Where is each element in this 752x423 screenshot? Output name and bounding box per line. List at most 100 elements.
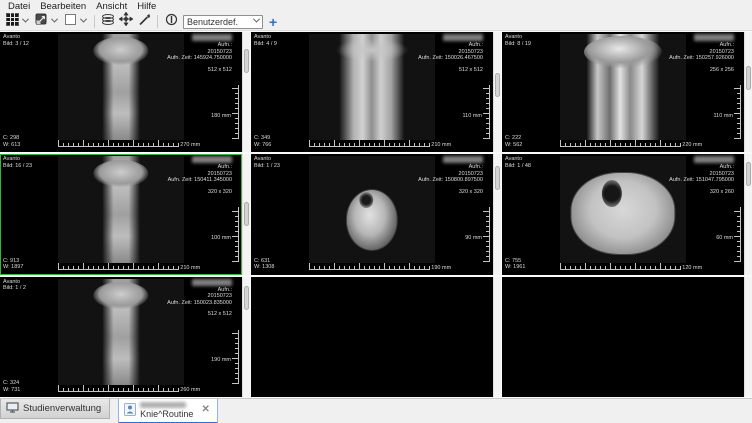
layout-dropdown-chevron-icon[interactable]: [22, 16, 29, 23]
image-counter: Bild: 1 / 2: [3, 285, 26, 292]
viewport-topleft-overlay: Avanto Bild: 4 / 9: [254, 34, 277, 47]
matrix-size: 512 x 512: [418, 67, 483, 74]
frame-button[interactable]: [62, 14, 78, 30]
slice-scrollbar-thumb[interactable]: [746, 162, 751, 186]
vertical-ruler-label: 180 mm: [211, 113, 231, 119]
acquisition-time: Aufn. Zeit: 150257.926000: [669, 55, 734, 62]
matrix-size: 320 x 320: [168, 189, 232, 196]
viewport-cell: Avanto Bild: 16 / 23 Aufn.: 20150723 Auf…: [0, 154, 250, 274]
mri-image: [58, 34, 184, 140]
mri-viewport[interactable]: [251, 277, 493, 397]
slice-stack-icon: [101, 13, 115, 31]
slice-scrollbar[interactable]: [493, 32, 501, 152]
menu-ansicht[interactable]: Ansicht: [91, 1, 132, 12]
probe-pen-button[interactable]: [136, 14, 152, 30]
center-value: C: 298: [3, 135, 20, 142]
contrast-circle-icon: [165, 13, 178, 31]
slice-scrollbar[interactable]: [744, 277, 752, 397]
patient-name-redacted: [192, 34, 232, 41]
width-value: W: 1961: [505, 264, 525, 271]
width-value: W: 562: [505, 142, 522, 149]
add-preset-button[interactable]: +: [267, 15, 279, 29]
slice-scrollbar-thumb[interactable]: [495, 166, 500, 190]
image-counter: Bild: 8 / 19: [505, 41, 531, 48]
slice-scrollbar[interactable]: [242, 32, 250, 152]
app-window: Datei Bearbeiten Ansicht Hilfe: [0, 0, 752, 423]
viewport-topright-overlay: Aufn.: 20150723 Aufn. Zeit: 151047.79500…: [669, 156, 734, 195]
image-fit-button[interactable]: [33, 14, 49, 30]
vertical-ruler-label: 110 mm: [463, 113, 482, 119]
width-value: W: 1308: [254, 264, 274, 271]
mri-viewport[interactable]: Avanto Bild: 1 / 2 Aufn.: 20150723 Aufn.…: [0, 277, 242, 397]
bottom-tab-bar: Studienverwaltung Knie^Routine ✕: [0, 398, 752, 423]
layout-grid-button[interactable]: [4, 14, 20, 30]
mri-viewport[interactable]: Avanto Bild: 16 / 23 Aufn.: 20150723 Auf…: [0, 154, 242, 274]
slice-scrollbar-thumb[interactable]: [244, 202, 249, 226]
vertical-ruler: [232, 207, 239, 261]
center-value: C: 324: [3, 380, 20, 387]
monitor-icon: [6, 402, 19, 416]
acquisition-time: Aufn. Zeit: 150023.835000: [167, 300, 232, 307]
slice-scrollbar[interactable]: [493, 154, 501, 274]
mri-viewport[interactable]: Avanto Bild: 4 / 9 Aufn.: 20150723 Aufn.…: [251, 32, 493, 152]
matrix-size: 256 x 256: [669, 67, 734, 74]
menu-datei[interactable]: Datei: [3, 1, 35, 12]
menu-bearbeiten[interactable]: Bearbeiten: [35, 1, 91, 12]
probe-pen-icon: [138, 13, 151, 31]
mri-viewport[interactable]: Avanto Bild: 1 / 23 Aufn.: 20150723 Aufn…: [251, 154, 493, 274]
slice-stack-button[interactable]: [100, 14, 116, 30]
preset-dropdown-chevron-icon: [253, 16, 260, 23]
vertical-ruler: [734, 85, 741, 139]
slice-scrollbar[interactable]: [744, 154, 752, 274]
frame-dropdown-chevron-icon[interactable]: [80, 16, 87, 23]
image-counter: Bild: 4 / 9: [254, 41, 277, 48]
window-preset-dropdown[interactable]: Benutzerdef.: [183, 15, 263, 29]
windowing-button[interactable]: [163, 14, 179, 30]
acquisition-time: Aufn. Zeit: 150411.345000: [168, 177, 232, 184]
width-value: W: 613: [3, 142, 20, 149]
viewport-topleft-overlay: Avanto Bild: 8 / 19: [505, 34, 531, 47]
vertical-ruler: [483, 207, 490, 261]
pan-arrows-icon: [119, 12, 133, 31]
viewport-topright-overlay: Aufn.: 20150723 Aufn. Zeit: 150026.46750…: [418, 34, 483, 73]
slice-scrollbar-thumb[interactable]: [244, 49, 249, 73]
horizontal-ruler: [309, 140, 430, 147]
matrix-size: 320 x 320: [418, 189, 483, 196]
width-value: W: 766: [254, 142, 271, 149]
mri-viewport[interactable]: Avanto Bild: 3 / 12 Aufn.: 20150723 Aufn…: [0, 32, 242, 152]
patient-name-redacted: [443, 34, 483, 41]
slice-scrollbar-thumb[interactable]: [495, 73, 500, 97]
mri-viewport[interactable]: Avanto Bild: 1 / 48 Aufn.: 20150723 Aufn…: [502, 154, 744, 274]
image-counter: Bild: 3 / 12: [3, 41, 29, 48]
slice-scrollbar-thumb[interactable]: [746, 66, 751, 90]
slice-scrollbar[interactable]: [493, 277, 501, 397]
slice-scrollbar[interactable]: [242, 154, 250, 274]
horizontal-ruler-label: 260 mm: [180, 387, 200, 393]
window-level-overlay: C: 913 W: 1897: [3, 258, 23, 271]
menu-bar: Datei Bearbeiten Ansicht Hilfe: [0, 0, 752, 13]
vertical-ruler: [232, 330, 239, 384]
close-icon[interactable]: ✕: [201, 405, 209, 415]
viewport-topright-overlay: Aufn.: 20150723 Aufn. Zeit: 145924.75000…: [167, 34, 232, 73]
tab-knie-routine[interactable]: Knie^Routine ✕: [118, 399, 218, 423]
pan-button[interactable]: [118, 14, 134, 30]
viewport-topleft-overlay: Avanto Bild: 3 / 12: [3, 34, 29, 47]
center-value: C: 222: [505, 135, 522, 142]
toolbar-separator: [157, 15, 158, 28]
slice-scrollbar[interactable]: [242, 277, 250, 397]
patient-name-redacted: [694, 156, 734, 163]
matrix-size: 512 x 512: [167, 311, 232, 318]
mri-image: [560, 156, 686, 262]
menu-hilfe[interactable]: Hilfe: [132, 1, 161, 12]
window-level-overlay: C: 324 W: 731: [3, 380, 20, 393]
slice-scrollbar[interactable]: [744, 32, 752, 152]
mri-viewport[interactable]: [502, 277, 744, 397]
slice-scrollbar-thumb[interactable]: [244, 286, 249, 310]
image-fit-dropdown-chevron-icon[interactable]: [51, 16, 58, 23]
acquisition-time: Aufn. Zeit: 150800.897500: [418, 177, 483, 184]
viewport-cell: Avanto Bild: 3 / 12 Aufn.: 20150723 Aufn…: [0, 32, 250, 152]
window-level-overlay: C: 222 W: 562: [505, 135, 522, 148]
toolbar: Benutzerdef. +: [0, 13, 752, 31]
mri-viewport[interactable]: Avanto Bild: 8 / 19 Aufn.: 20150723 Aufn…: [502, 32, 744, 152]
tab-studienverwaltung[interactable]: Studienverwaltung: [0, 399, 110, 419]
